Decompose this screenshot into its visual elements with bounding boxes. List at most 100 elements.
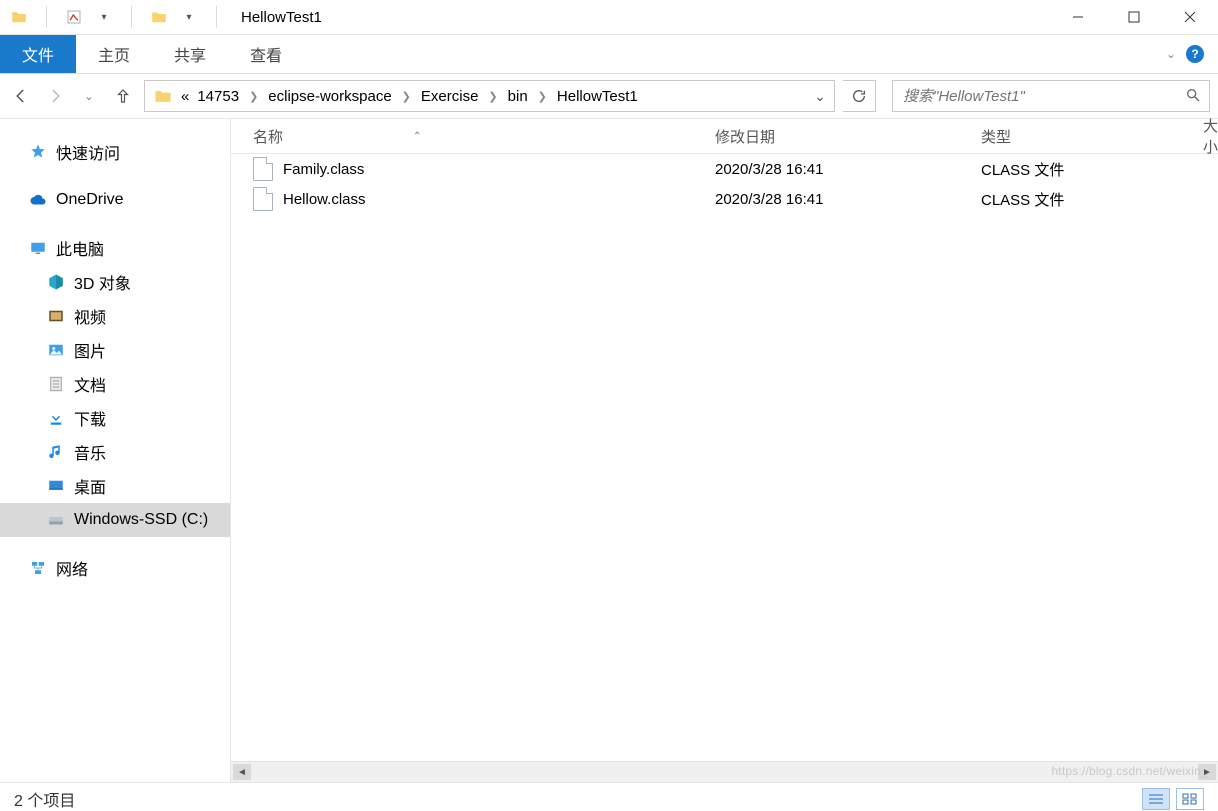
column-headers: 名称 ⌃ 修改日期 类型 大小 xyxy=(231,119,1218,154)
search-input[interactable] xyxy=(901,87,1179,106)
tree-videos[interactable]: 视频 xyxy=(0,299,230,333)
file-type: CLASS 文件 xyxy=(959,159,1181,180)
main-area: 快速访问 OneDrive 此电脑 3D 对象 视频 图片 文档 xyxy=(0,119,1218,782)
tree-documents[interactable]: 文档 xyxy=(0,367,230,401)
titlebar: ▾ ▾ HellowTest1 xyxy=(0,0,1218,35)
ribbon-tab-view[interactable]: 查看 xyxy=(228,35,304,73)
tree-this-pc[interactable]: 此电脑 xyxy=(0,231,230,265)
column-date[interactable]: 修改日期 xyxy=(693,126,959,147)
file-name: Family.class xyxy=(283,161,364,178)
chevron-right-icon[interactable]: ❯ xyxy=(243,90,264,103)
status-item-count: 2 个项目 xyxy=(14,787,75,811)
nav-back-button[interactable] xyxy=(8,83,34,109)
folder-title-icon xyxy=(150,8,168,26)
file-list: 名称 ⌃ 修改日期 类型 大小 Family.class 2020/3/28 1… xyxy=(231,119,1218,782)
tree-label: 音乐 xyxy=(74,440,106,464)
tree-label: 桌面 xyxy=(74,474,106,498)
tree-label: Windows-SSD (C:) xyxy=(74,511,208,529)
qat-dropdown-icon[interactable]: ▾ xyxy=(95,8,113,26)
breadcrumb-prefix: « xyxy=(177,88,193,105)
nav-forward-button[interactable] xyxy=(42,83,68,109)
tree-network[interactable]: 网络 xyxy=(0,551,230,585)
tree-label: 此电脑 xyxy=(56,236,104,260)
column-name[interactable]: 名称 ⌃ xyxy=(231,126,693,147)
search-icon[interactable] xyxy=(1185,87,1201,106)
refresh-button[interactable] xyxy=(843,80,876,112)
tree-windows-ssd[interactable]: Windows-SSD (C:) xyxy=(0,503,230,537)
address-row: ⌄ « 14753 ❯ eclipse-workspace ❯ Exercise… xyxy=(0,74,1218,119)
nav-up-button[interactable] xyxy=(110,83,136,109)
address-dropdown-icon[interactable]: ⌄ xyxy=(810,88,830,105)
file-row[interactable]: Hellow.class 2020/3/28 16:41 CLASS 文件 xyxy=(231,184,1218,214)
tree-music[interactable]: 音乐 xyxy=(0,435,230,469)
ribbon-tab-home[interactable]: 主页 xyxy=(76,35,152,73)
view-thumbnails-button[interactable] xyxy=(1176,788,1204,810)
watermark-text: https://blog.csdn.net/weixin_ xyxy=(1051,764,1208,778)
ribbon-expand-icon[interactable]: ⌄ xyxy=(1166,47,1176,61)
address-bar[interactable]: « 14753 ❯ eclipse-workspace ❯ Exercise ❯… xyxy=(144,80,835,112)
chevron-right-icon[interactable]: ❯ xyxy=(482,90,503,103)
nav-tree[interactable]: 快速访问 OneDrive 此电脑 3D 对象 视频 图片 文档 xyxy=(0,119,231,782)
tree-label: 下载 xyxy=(74,406,106,430)
view-details-button[interactable] xyxy=(1142,788,1170,810)
file-row[interactable]: Family.class 2020/3/28 16:41 CLASS 文件 xyxy=(231,154,1218,184)
ribbon: 文件 主页 共享 查看 ⌄ ? xyxy=(0,35,1218,74)
tree-desktop[interactable]: 桌面 xyxy=(0,469,230,503)
music-icon xyxy=(46,442,66,462)
tree-label: 图片 xyxy=(74,338,106,362)
folder-icon xyxy=(10,8,28,26)
tree-downloads[interactable]: 下载 xyxy=(0,401,230,435)
qat-customize-icon[interactable]: ▾ xyxy=(180,8,198,26)
close-button[interactable] xyxy=(1162,0,1218,34)
file-date: 2020/3/28 16:41 xyxy=(693,161,959,178)
file-icon xyxy=(253,157,273,181)
download-icon xyxy=(46,408,66,428)
breadcrumb-folder-icon xyxy=(153,86,173,106)
column-size[interactable]: 大小 xyxy=(1181,115,1218,157)
desktop-icon xyxy=(46,476,66,496)
document-icon xyxy=(46,374,66,394)
cloud-icon xyxy=(28,190,48,210)
column-type[interactable]: 类型 xyxy=(959,126,1181,147)
drive-icon xyxy=(46,510,66,530)
search-box[interactable] xyxy=(892,80,1210,112)
picture-icon xyxy=(46,340,66,360)
tree-label: 3D 对象 xyxy=(74,270,131,294)
video-icon xyxy=(46,306,66,326)
network-icon xyxy=(28,558,48,578)
tree-label: OneDrive xyxy=(56,191,124,209)
breadcrumb-item[interactable]: eclipse-workspace xyxy=(264,88,395,105)
ribbon-tab-share[interactable]: 共享 xyxy=(152,35,228,73)
minimize-button[interactable] xyxy=(1050,0,1106,34)
file-date: 2020/3/28 16:41 xyxy=(693,191,959,208)
properties-qat-icon[interactable] xyxy=(65,8,83,26)
tree-label: 网络 xyxy=(56,556,88,580)
tree-onedrive[interactable]: OneDrive xyxy=(0,183,230,217)
breadcrumb-item[interactable]: HellowTest1 xyxy=(553,88,642,105)
scroll-left-icon[interactable]: ◄ xyxy=(233,764,251,780)
tree-label: 文档 xyxy=(74,372,106,396)
star-icon xyxy=(28,142,48,162)
breadcrumb-item[interactable]: 14753 xyxy=(193,88,243,105)
ribbon-file-tab[interactable]: 文件 xyxy=(0,35,76,73)
nav-recent-dropdown[interactable]: ⌄ xyxy=(76,83,102,109)
maximize-button[interactable] xyxy=(1106,0,1162,34)
tree-quick-access[interactable]: 快速访问 xyxy=(0,135,230,169)
file-icon xyxy=(253,187,273,211)
sort-indicator-icon: ⌃ xyxy=(413,131,421,142)
tree-3d-objects[interactable]: 3D 对象 xyxy=(0,265,230,299)
tree-label: 视频 xyxy=(74,304,106,328)
tree-pictures[interactable]: 图片 xyxy=(0,333,230,367)
breadcrumb-item[interactable]: Exercise xyxy=(417,88,483,105)
help-icon[interactable]: ? xyxy=(1186,45,1204,63)
chevron-right-icon[interactable]: ❯ xyxy=(396,90,417,103)
tree-label: 快速访问 xyxy=(56,140,120,164)
computer-icon xyxy=(28,238,48,258)
window-title: HellowTest1 xyxy=(235,9,322,26)
column-label: 名称 xyxy=(253,126,283,147)
breadcrumb-item[interactable]: bin xyxy=(504,88,532,105)
cube-icon xyxy=(46,272,66,292)
file-name: Hellow.class xyxy=(283,191,366,208)
chevron-right-icon[interactable]: ❯ xyxy=(532,90,553,103)
status-bar: 2 个项目 xyxy=(0,782,1218,811)
